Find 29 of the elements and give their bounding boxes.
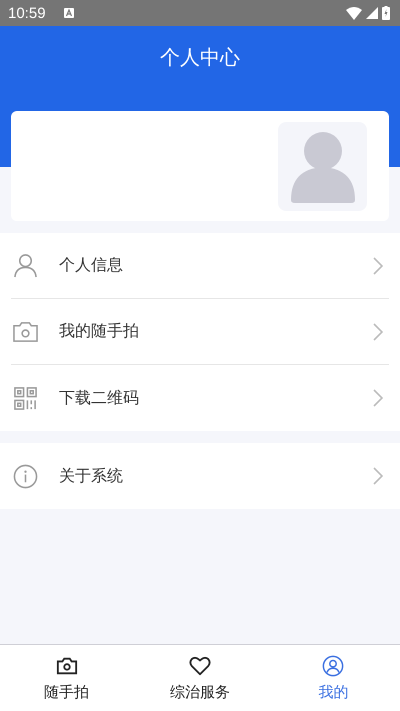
- menu-label: 下载二维码: [59, 388, 140, 408]
- nav-tab[interactable]: 我的: [266, 645, 400, 711]
- heart-icon: [188, 654, 211, 676]
- user-icon: [322, 654, 344, 676]
- chevron-right-icon: [373, 389, 383, 407]
- menu-item[interactable]: 个人信息: [11, 233, 389, 299]
- person-icon: [13, 253, 38, 278]
- qr-code-icon: [13, 386, 38, 410]
- page-title: 个人中心: [160, 44, 240, 71]
- signal-icon: [366, 7, 378, 19]
- menu-item[interactable]: 关于系统: [11, 443, 389, 509]
- menu-label: 关于系统: [59, 466, 124, 486]
- menu-item[interactable]: 下载二维码: [11, 365, 389, 431]
- person-silhouette-icon: [290, 130, 354, 202]
- menu-label: 我的随手拍: [59, 321, 140, 342]
- wifi-icon: [346, 6, 362, 20]
- chevron-right-icon: [373, 256, 383, 274]
- chevron-right-icon: [373, 322, 383, 340]
- menu-label: 个人信息: [59, 255, 124, 276]
- nav-tab[interactable]: 综治服务: [133, 645, 267, 711]
- notification-icon: [64, 8, 74, 18]
- battery-icon: [382, 6, 390, 20]
- nav-tab[interactable]: 随手拍: [0, 645, 134, 711]
- avatar-placeholder[interactable]: [278, 122, 367, 210]
- info-icon: [13, 464, 38, 488]
- menu-item[interactable]: 我的随手拍: [11, 299, 389, 365]
- clock-time: 10:59: [8, 4, 46, 22]
- camera-icon: [13, 319, 38, 344]
- chevron-right-icon: [373, 467, 383, 485]
